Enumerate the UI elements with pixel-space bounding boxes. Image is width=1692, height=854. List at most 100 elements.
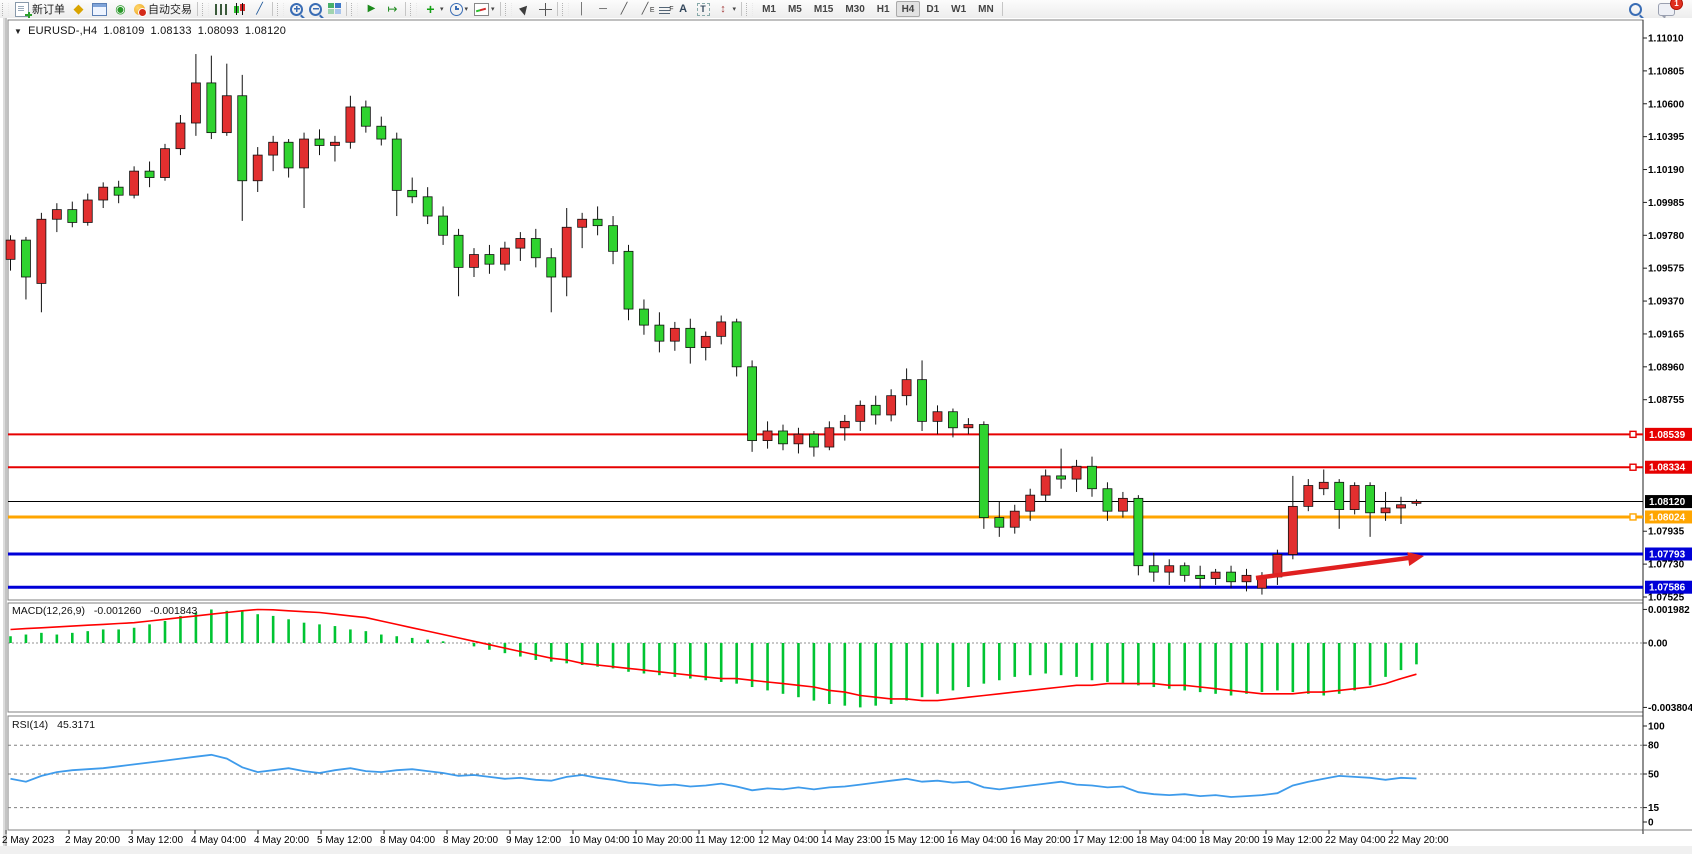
tile-windows-button[interactable] (325, 1, 344, 17)
horizontal-line-button[interactable]: ─ (593, 1, 614, 17)
toolbar-grip (202, 3, 209, 16)
bars-icon (215, 4, 227, 15)
timeframe-mn-label: MN (975, 4, 997, 15)
vline-icon: │ (575, 2, 590, 16)
templates-button[interactable]: ▾ (471, 1, 498, 17)
candle (99, 187, 108, 200)
candle (1304, 486, 1313, 507)
timeframe-h1-label: H1 (874, 4, 893, 15)
indicators-button[interactable]: +▾ (420, 1, 447, 17)
candle (686, 328, 695, 347)
auto-scroll-button[interactable]: ▶ (361, 1, 382, 17)
chat-button[interactable]: 1 (1655, 1, 1678, 17)
label-button[interactable]: T (694, 1, 713, 17)
cursor-button[interactable] (515, 1, 536, 17)
price-panel[interactable] (8, 20, 1643, 600)
level-line-handle[interactable] (1630, 514, 1636, 520)
dropdown-caret-icon[interactable]: ▾ (733, 5, 737, 13)
toolbar-separator (346, 2, 347, 16)
bar-chart-button[interactable] (212, 1, 230, 17)
candle (392, 139, 401, 190)
textT-icon: T (697, 3, 710, 16)
zoom-in-button[interactable] (287, 1, 306, 17)
time-label: 4 May 20:00 (254, 835, 309, 846)
price-line-label: 1.08334 (1649, 463, 1686, 474)
vertical-line-button[interactable]: │ (572, 1, 593, 17)
chartshift-icon: ↦ (385, 2, 400, 16)
timeframe-h1[interactable]: H1 (871, 1, 896, 17)
auto-trading-button[interactable]: 自动交易 (131, 1, 195, 17)
periods-button[interactable]: ▾ (447, 1, 472, 17)
collapse-triangle-icon[interactable]: ▼ (14, 27, 22, 36)
time-label: 9 May 12:00 (506, 835, 561, 846)
candle (485, 255, 494, 265)
chart-canvas[interactable]: 1.110101.108051.106001.103951.101901.099… (0, 18, 1692, 854)
price-tick-label: 1.08755 (1648, 395, 1685, 406)
timeframe-m30[interactable]: M30 (839, 1, 870, 17)
fibonacci-button[interactable] (656, 1, 673, 17)
market-watch-button[interactable]: ◆ (68, 1, 89, 17)
candle (500, 248, 509, 264)
timeframe-m5[interactable]: M5 (782, 1, 808, 17)
toolbar-grip (277, 3, 284, 16)
fibo-icon (659, 5, 670, 14)
rsi-panel[interactable] (8, 716, 1643, 830)
shapes-button[interactable]: ↕▾ (713, 1, 740, 17)
chart-shift-button[interactable]: ↦ (382, 1, 403, 17)
candle (902, 380, 911, 396)
timeframe-m30-label: M30 (842, 4, 867, 15)
candle (531, 239, 540, 258)
channel-button[interactable]: ╱ (635, 1, 656, 17)
dropdown-caret-icon[interactable]: ▾ (440, 5, 444, 13)
toolbar-separator (1002, 2, 1003, 16)
candle (207, 83, 216, 133)
level-line-handle[interactable] (1630, 464, 1636, 470)
price-tick-label: 1.09165 (1648, 329, 1685, 340)
signals-button[interactable]: ◉ (110, 1, 131, 17)
macd-panel[interactable] (8, 603, 1643, 712)
candle (918, 380, 927, 422)
timeframe-m15[interactable]: M15 (808, 1, 839, 17)
zoom-out-button[interactable] (306, 1, 325, 17)
time-label: 12 May 04:00 (758, 835, 819, 846)
candlestick-chart-button[interactable] (230, 1, 249, 17)
terminal-button[interactable] (89, 1, 110, 17)
candle (377, 126, 386, 139)
timeframe-mn[interactable]: MN (972, 1, 1000, 17)
candle (1165, 566, 1174, 572)
timeframe-m15-label: M15 (811, 4, 836, 15)
level-line-handle[interactable] (1630, 431, 1636, 437)
price-tick-label: 1.10805 (1648, 66, 1685, 77)
candle (1088, 466, 1097, 488)
rsi-axis-label: 15 (1648, 803, 1660, 814)
dropdown-caret-icon[interactable]: ▾ (491, 5, 495, 13)
time-label: 10 May 20:00 (632, 835, 693, 846)
line-chart-button[interactable]: ╱ (249, 1, 270, 17)
new-order-button[interactable]: 新订单 (12, 1, 68, 17)
rsi-value: 45.3171 (57, 719, 95, 731)
timeframe-w1[interactable]: W1 (945, 1, 972, 17)
macd-axis-label: 0.00 (1648, 639, 1668, 650)
candle (330, 142, 339, 145)
timeframe-d1[interactable]: D1 (920, 1, 945, 17)
candle (83, 200, 92, 222)
timeframe-h4[interactable]: H4 (896, 1, 921, 17)
shapes-icon: ↕ (716, 2, 731, 16)
candle (253, 155, 262, 181)
dropdown-caret-icon[interactable]: ▾ (465, 5, 469, 13)
search-button[interactable] (1626, 1, 1645, 17)
candle (825, 428, 834, 447)
candle (1335, 482, 1344, 509)
time-label: 5 May 12:00 (317, 835, 372, 846)
crosshair-button[interactable] (536, 1, 555, 17)
toolbar-separator (500, 2, 501, 16)
price-tick-label: 1.10600 (1648, 99, 1685, 110)
text-button[interactable]: A (673, 1, 694, 17)
candle (346, 107, 355, 142)
time-label: 8 May 20:00 (443, 835, 498, 846)
trendline-button[interactable]: ╱ (614, 1, 635, 17)
timeframe-m1[interactable]: M1 (756, 1, 782, 17)
macd-axis-label: -0.003804 (1648, 703, 1692, 714)
candle (1319, 482, 1328, 488)
candle (670, 328, 679, 341)
